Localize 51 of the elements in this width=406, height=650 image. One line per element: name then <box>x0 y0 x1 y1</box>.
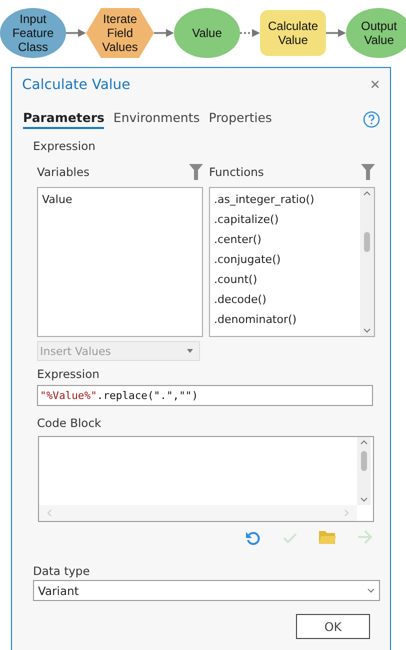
scrollbar[interactable] <box>360 188 374 336</box>
tab[interactable]: Environments <box>113 110 200 129</box>
arrow-right-icon[interactable] <box>357 530 373 544</box>
function-item[interactable]: .capitalize() <box>214 211 356 228</box>
function-item[interactable]: .decode() <box>214 291 356 308</box>
close-button[interactable]: × <box>370 75 380 95</box>
scroll-thumb[interactable] <box>364 232 370 252</box>
scroll-thumb[interactable] <box>361 451 367 471</box>
expression-field[interactable]: "%Value%".replace(".","") <box>37 385 373 406</box>
filter-icon[interactable] <box>189 164 203 180</box>
caret-icon <box>187 349 193 353</box>
scrollbar[interactable] <box>357 437 371 505</box>
function-item[interactable]: .count() <box>214 271 356 288</box>
function-item[interactable]: .center() <box>214 231 356 248</box>
function-item[interactable]: .denominator() <box>214 311 356 328</box>
chevron-down-icon <box>360 497 368 502</box>
connector-arrow <box>326 29 346 37</box>
data-type-label: Data type <box>33 564 91 578</box>
data-type-dropdown[interactable]: Variant <box>33 580 380 601</box>
tab[interactable]: Properties <box>208 110 272 129</box>
chevron-up-icon <box>363 191 371 196</box>
connector-arrow <box>240 29 260 37</box>
reset-icon[interactable] <box>245 530 261 546</box>
model-node[interactable]: Input Feature Class <box>0 8 66 58</box>
connector-arrow <box>66 29 86 37</box>
chevron-down-icon <box>367 588 375 593</box>
filter-icon[interactable] <box>361 164 375 180</box>
chevron-right-icon <box>344 509 349 517</box>
tab[interactable]: Parameters <box>23 110 104 129</box>
model-node[interactable]: Iterate Field Values <box>86 8 154 58</box>
chevron-up-icon <box>360 440 368 445</box>
chevron-down-icon <box>363 328 371 333</box>
folder-icon[interactable] <box>319 530 336 544</box>
section-label: Expression <box>33 139 96 153</box>
model-node[interactable]: Output Value <box>346 8 406 58</box>
dialog-title: Calculate Value <box>22 77 130 93</box>
connector-arrow <box>154 29 174 37</box>
variable-item[interactable]: Value <box>42 191 198 208</box>
model-node[interactable]: Calculate Value <box>260 10 326 56</box>
function-item[interactable]: .conjugate() <box>214 251 356 268</box>
code-block-field[interactable] <box>38 436 374 522</box>
model-node[interactable]: Value <box>174 8 240 58</box>
help-icon[interactable] <box>363 111 380 128</box>
expression-label: Expression <box>37 367 100 381</box>
ok-button[interactable]: OK <box>296 614 370 639</box>
chevron-left-icon <box>47 509 52 517</box>
variables-label: Variables <box>37 165 90 179</box>
code-block-label: Code Block <box>37 416 102 430</box>
function-item[interactable]: .as_integer_ratio() <box>214 191 356 208</box>
horizontal-scrollbar[interactable] <box>39 505 357 521</box>
functions-label: Functions <box>209 165 264 179</box>
